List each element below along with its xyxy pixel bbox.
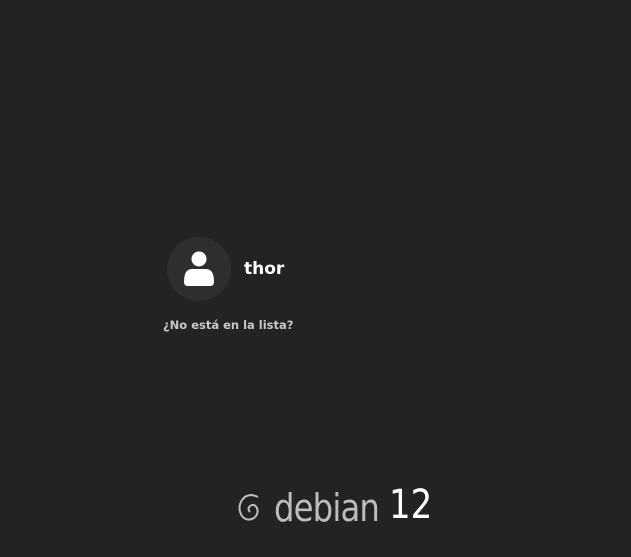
not-listed-button[interactable]: ¿No está en la lista? — [163, 318, 293, 332]
debian-swirl-icon — [238, 494, 259, 521]
user-item-thor[interactable]: thor — [167, 237, 284, 301]
debian-logo: debian 12 — [236, 482, 432, 530]
version-text: 12 — [389, 482, 433, 528]
user-name: thor — [244, 259, 285, 279]
avatar — [167, 237, 231, 301]
logo-text: debian — [274, 486, 380, 530]
person-icon — [184, 251, 214, 286]
